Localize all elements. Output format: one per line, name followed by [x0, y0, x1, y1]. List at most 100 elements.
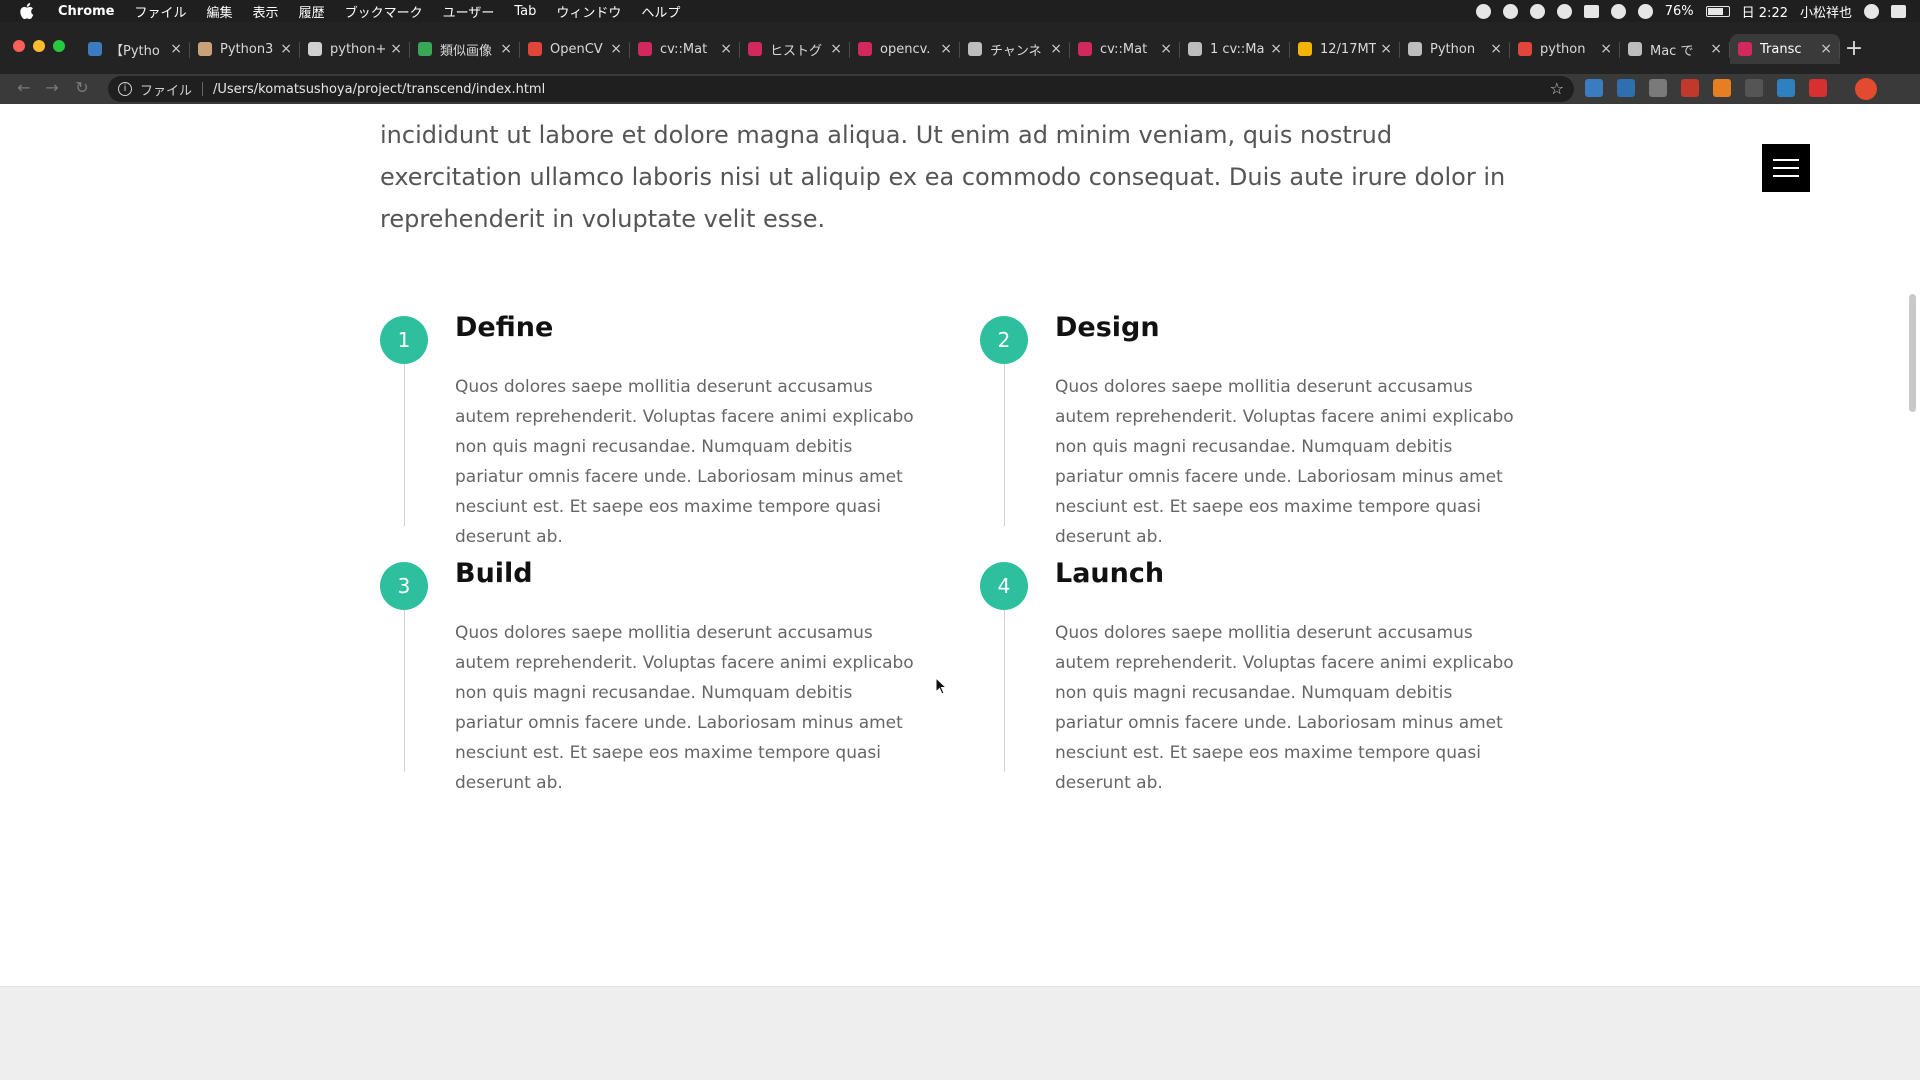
bluetooth-icon[interactable]	[1610, 3, 1626, 19]
tab-title: 【Pytho	[110, 43, 160, 59]
tab-close-icon[interactable]: ×	[1710, 41, 1722, 57]
tab-close-icon[interactable]: ×	[720, 41, 732, 57]
tab-close-icon[interactable]: ×	[280, 41, 292, 57]
selenium-extension-icon[interactable]	[1745, 79, 1763, 97]
screenshot-extension-icon[interactable]	[1649, 79, 1667, 97]
battery-fill	[1707, 7, 1723, 15]
clock[interactable]: 日 2:22	[1742, 2, 1788, 21]
browser-tab[interactable]: cv::Mat ×	[1070, 34, 1180, 64]
browser-tab-active[interactable]: Transc ×	[1730, 34, 1840, 64]
tab-title: ヒストグ	[770, 43, 823, 59]
tab-favicon-icon	[1298, 42, 1312, 56]
evernote-icon[interactable]	[1529, 3, 1545, 19]
browser-tab[interactable]: 1 cv::Ma ×	[1180, 34, 1290, 64]
creative-cloud-icon[interactable]	[1556, 3, 1572, 19]
tab-close-icon[interactable]: ×	[1490, 41, 1502, 57]
input-method-icon[interactable]	[1583, 4, 1599, 18]
browser-tab[interactable]: cv::Mat ×	[630, 34, 740, 64]
translate-extension-icon[interactable]	[1585, 79, 1603, 97]
battery-icon[interactable]	[1705, 5, 1730, 17]
current-user[interactable]: 小松祥也	[1800, 2, 1852, 21]
wifi-icon[interactable]	[1637, 3, 1653, 19]
dictionary-extension-icon[interactable]	[1617, 79, 1635, 97]
notification-center-icon[interactable]	[1891, 4, 1906, 18]
tab-title: Mac で	[1650, 43, 1694, 59]
record-icon[interactable]	[1475, 3, 1491, 19]
tab-close-icon[interactable]: ×	[830, 41, 842, 57]
menu-edit[interactable]: 編集	[207, 2, 233, 21]
browser-tab[interactable]: opencv. ×	[850, 34, 960, 64]
tab-favicon-icon	[1738, 42, 1752, 56]
intro-paragraph: incididunt ut labore et dolore magna ali…	[380, 121, 1506, 233]
back-button[interactable]: ←	[14, 78, 34, 98]
bookmark-star-icon[interactable]: ☆	[1550, 79, 1564, 98]
tab-close-icon[interactable]: ×	[500, 41, 512, 57]
zoom-window-button[interactable]	[53, 40, 65, 52]
grammarly-icon[interactable]	[1502, 3, 1518, 19]
browser-tab[interactable]: python ×	[1510, 34, 1620, 64]
menu-file[interactable]: ファイル	[135, 2, 187, 21]
menu-history[interactable]: 履歴	[299, 2, 325, 21]
browser-tab[interactable]: 類似画像 ×	[410, 34, 520, 64]
tab-close-icon[interactable]: ×	[1600, 41, 1612, 57]
tab-close-icon[interactable]: ×	[610, 41, 622, 57]
tab-favicon-icon	[748, 42, 762, 56]
tab-favicon-icon	[198, 42, 212, 56]
menu-bookmarks[interactable]: ブックマーク	[345, 2, 423, 21]
close-window-button[interactable]	[13, 40, 25, 52]
browser-tab[interactable]: 12/17MT ×	[1290, 34, 1400, 64]
browser-tab[interactable]: 【Pytho ×	[80, 34, 190, 64]
tab-strip: 【Pytho × Python3 × python+ × 類似画像 × OpenCV × cv::M…	[0, 22, 1920, 74]
tab-favicon-icon	[308, 42, 322, 56]
tab-title: チャンネ	[990, 43, 1042, 59]
step-connector-line	[1004, 610, 1005, 772]
page-scrollbar[interactable]	[1909, 294, 1916, 412]
menu-people[interactable]: ユーザー	[443, 2, 495, 21]
process-step-design: 2 Design Quos dolores saepe mollitia des…	[980, 312, 1520, 561]
process-step-launch: 4 Launch Quos dolores saepe mollitia des…	[980, 558, 1520, 807]
puzzle-extension-icon[interactable]	[1777, 79, 1795, 97]
tab-title: cv::Mat	[1100, 41, 1148, 57]
tab-favicon-icon	[1188, 42, 1202, 56]
ad-blocker-extension-icon[interactable]	[1681, 79, 1699, 97]
url-text[interactable]: /Users/komatsushoya/project/transcend/in…	[213, 82, 545, 97]
tab-close-icon[interactable]: ×	[1270, 41, 1282, 57]
spotlight-search-icon[interactable]	[1864, 3, 1879, 19]
info-icon[interactable]: i	[118, 82, 132, 96]
video-extension-icon[interactable]	[1809, 79, 1827, 97]
browser-tab[interactable]: OpenCV ×	[520, 34, 630, 64]
tab-close-icon[interactable]: ×	[1820, 41, 1832, 57]
browser-tab[interactable]: ヒストグ ×	[740, 34, 850, 64]
browser-tab[interactable]: Python3 ×	[190, 34, 300, 64]
browser-tab[interactable]: チャンネ ×	[960, 34, 1070, 64]
tab-close-icon[interactable]: ×	[1380, 41, 1392, 57]
profile-avatar[interactable]	[1855, 78, 1877, 100]
minimize-window-button[interactable]	[33, 40, 45, 52]
apple-icon[interactable]	[20, 3, 34, 19]
menu-help[interactable]: ヘルプ	[641, 2, 680, 21]
tab-close-icon[interactable]: ×	[1050, 41, 1062, 57]
tab-close-icon[interactable]: ×	[940, 41, 952, 57]
new-tab-button[interactable]: +	[1840, 36, 1868, 64]
browser-tab[interactable]: Mac で ×	[1620, 34, 1730, 64]
tab-close-icon[interactable]: ×	[1160, 41, 1172, 57]
menu-view[interactable]: 表示	[253, 2, 279, 21]
browser-tab[interactable]: python+ ×	[300, 34, 410, 64]
step-description: Quos dolores saepe mollitia deserunt acc…	[455, 623, 914, 793]
tab-close-icon[interactable]: ×	[170, 41, 182, 57]
menu-app-name[interactable]: Chrome	[58, 4, 115, 19]
browser-tab[interactable]: Python ×	[1400, 34, 1510, 64]
menu-window[interactable]: ウィンドウ	[556, 2, 621, 21]
hamburger-menu-button[interactable]	[1762, 144, 1810, 192]
step-title: Build	[455, 558, 533, 589]
reload-button[interactable]: ↻	[72, 78, 92, 98]
metamask-extension-icon[interactable]	[1713, 79, 1731, 97]
tab-favicon-icon	[638, 42, 652, 56]
step-description: Quos dolores saepe mollitia deserunt acc…	[455, 377, 914, 547]
address-bar[interactable]: i ファイル /Users/komatsushoya/project/trans…	[108, 76, 1574, 102]
menu-tab[interactable]: Tab	[514, 4, 536, 19]
tab-close-icon[interactable]: ×	[390, 41, 402, 57]
forward-button[interactable]: →	[42, 78, 62, 98]
scheme-label: ファイル	[140, 83, 193, 99]
tab-favicon-icon	[858, 42, 872, 56]
